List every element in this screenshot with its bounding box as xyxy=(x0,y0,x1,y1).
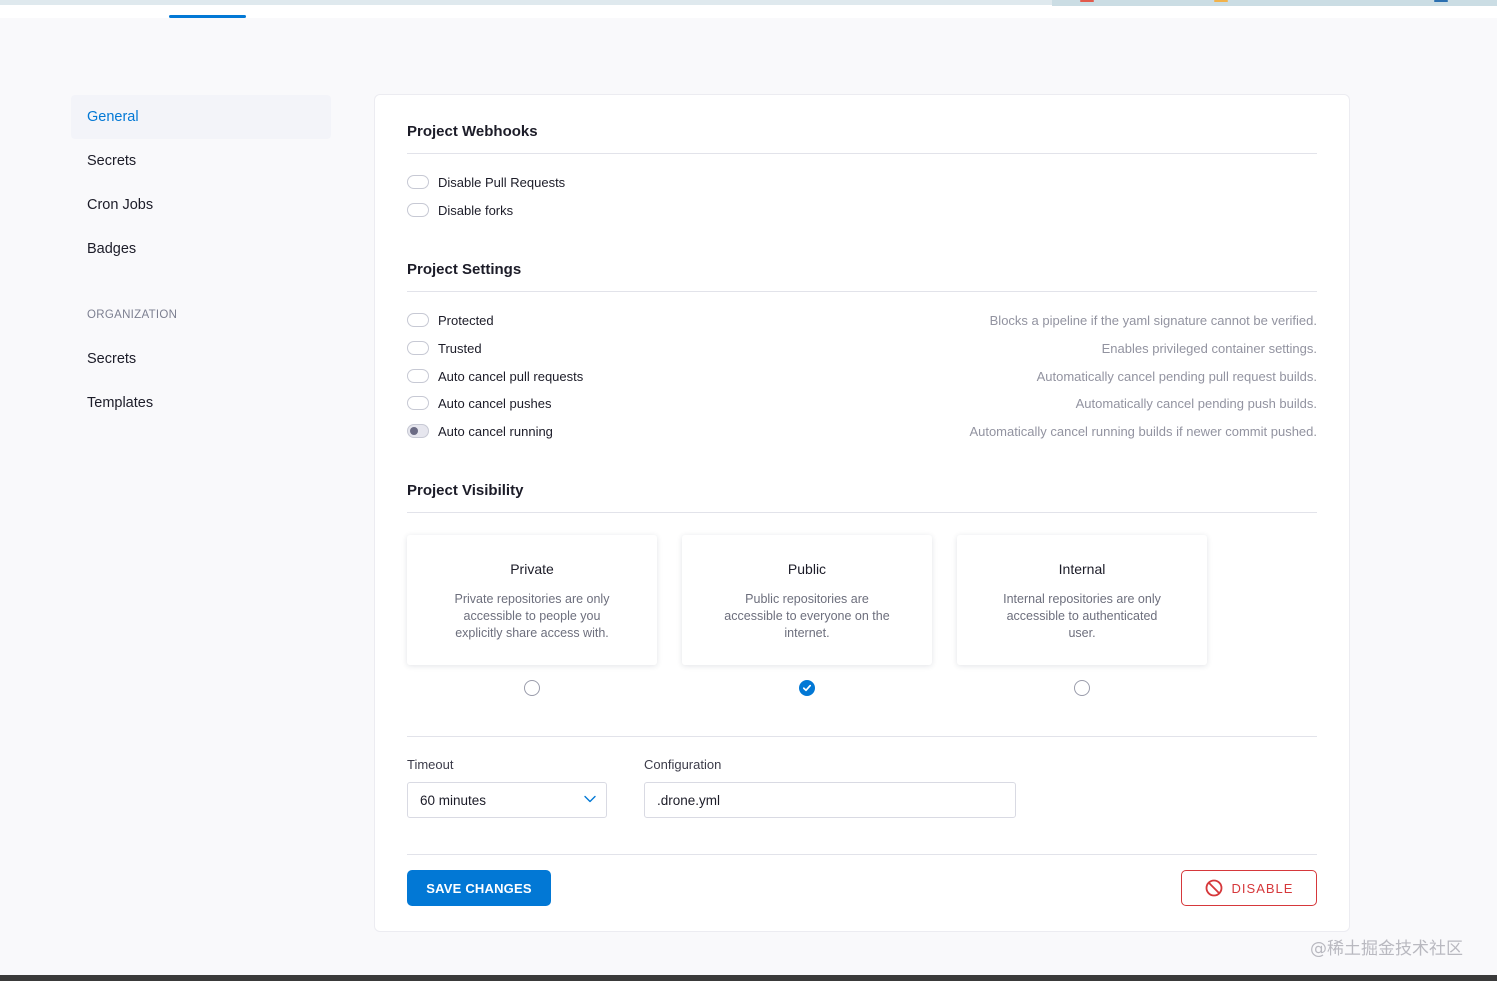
visibility-title: Project Visibility xyxy=(407,482,524,499)
settings-sidebar: General Secrets Cron Jobs Badges ORGANIZ… xyxy=(71,95,331,425)
settings-title: Project Settings xyxy=(407,261,522,278)
toggle-row-trusted: Trusted Enables privileged container set… xyxy=(407,338,1317,358)
status-dot-blue xyxy=(1434,0,1448,2)
protected-toggle[interactable] xyxy=(407,313,429,327)
sidebar-item-general[interactable]: General xyxy=(71,95,331,139)
disable-pull-requests-toggle[interactable] xyxy=(407,175,429,189)
toggle-row-protected: Protected Blocks a pipeline if the yaml … xyxy=(407,310,1317,330)
configuration-input[interactable] xyxy=(644,782,1016,818)
visibility-card-private[interactable]: Private Private repositories are only ac… xyxy=(407,535,657,665)
top-bar xyxy=(0,0,1497,18)
sidebar-item-secrets[interactable]: Secrets xyxy=(71,139,331,183)
sidebar-item-cron-jobs[interactable]: Cron Jobs xyxy=(71,183,331,227)
toggle-label: Protected xyxy=(438,312,494,328)
visibility-option-desc: Internal repositories are only accessibl… xyxy=(1003,592,1161,640)
status-dot-red xyxy=(1080,0,1094,2)
toggle-label: Auto cancel running xyxy=(438,423,553,439)
timeout-value: 60 minutes xyxy=(420,792,487,808)
public-radio[interactable] xyxy=(799,680,815,696)
visibility-option-desc: Public repositories are accessible to ev… xyxy=(724,592,890,640)
visibility-option-desc: Private repositories are only accessible… xyxy=(454,592,610,640)
toggle-label: Auto cancel pushes xyxy=(438,395,552,411)
settings-divider xyxy=(407,291,1317,292)
toggle-description: Automatically cancel running builds if n… xyxy=(969,423,1317,439)
timeout-select[interactable]: 60 minutes xyxy=(407,782,607,818)
disable-forks-toggle[interactable] xyxy=(407,203,429,217)
visibility-divider xyxy=(407,512,1317,513)
disable-button-label: DISABLE xyxy=(1231,880,1294,896)
toggle-row-disable-forks: Disable forks xyxy=(407,200,1317,220)
disable-button[interactable]: DISABLE xyxy=(1181,870,1317,906)
check-icon xyxy=(803,684,811,692)
auto-cancel-pushes-toggle[interactable] xyxy=(407,396,429,410)
webhooks-title: Project Webhooks xyxy=(407,123,538,140)
sidebar-item-org-secrets[interactable]: Secrets xyxy=(71,337,331,381)
toggle-description: Enables privileged container settings. xyxy=(1101,340,1317,356)
toggle-description: Automatically cancel pending pull reques… xyxy=(1036,368,1317,384)
sidebar-item-badges[interactable]: Badges xyxy=(71,227,331,271)
top-strip-right xyxy=(1052,0,1497,6)
trusted-toggle[interactable] xyxy=(407,341,429,355)
toggle-row-auto-cancel-pushes: Auto cancel pushes Automatically cancel … xyxy=(407,393,1317,413)
toggle-label: Disable Pull Requests xyxy=(438,174,566,190)
timeout-label: Timeout xyxy=(407,757,454,772)
watermark: @稀土掘金技术社区 xyxy=(1310,939,1463,959)
toggle-label: Trusted xyxy=(438,340,482,356)
toggle-description: Automatically cancel pending push builds… xyxy=(1075,395,1317,411)
save-changes-button[interactable]: SAVE CHANGES xyxy=(407,870,551,906)
toggle-label: Disable forks xyxy=(438,202,514,218)
sidebar-item-templates[interactable]: Templates xyxy=(71,381,331,425)
bottom-bar xyxy=(0,975,1497,981)
webhooks-divider xyxy=(407,153,1317,154)
toggle-description: Blocks a pipeline if the yaml signature … xyxy=(989,312,1317,328)
visibility-option-title: Internal xyxy=(1058,561,1106,577)
toggle-label: Auto cancel pull requests xyxy=(438,368,584,384)
active-tab-indicator xyxy=(169,15,246,18)
toggle-row-disable-pull-requests: Disable Pull Requests xyxy=(407,172,1317,192)
visibility-bottom-divider xyxy=(407,736,1317,737)
auto-cancel-pull-requests-toggle[interactable] xyxy=(407,369,429,383)
toggle-row-auto-cancel-pull-requests: Auto cancel pull requests Automatically … xyxy=(407,366,1317,386)
settings-card: Project Webhooks Disable Pull Requests D… xyxy=(374,94,1350,932)
auto-cancel-running-toggle[interactable] xyxy=(407,424,429,438)
chevron-down-icon xyxy=(584,795,596,803)
private-radio[interactable] xyxy=(524,680,540,696)
internal-radio[interactable] xyxy=(1074,680,1090,696)
visibility-card-public[interactable]: Public Public repositories are accessibl… xyxy=(682,535,932,665)
status-dot-orange xyxy=(1214,0,1228,2)
toggle-row-auto-cancel-running: Auto cancel running Automatically cancel… xyxy=(407,421,1317,441)
visibility-card-internal[interactable]: Internal Internal repositories are only … xyxy=(957,535,1207,665)
configuration-label: Configuration xyxy=(644,757,722,772)
sidebar-heading-organization: ORGANIZATION xyxy=(87,309,178,321)
block-icon xyxy=(1205,879,1222,897)
actions-divider xyxy=(407,854,1317,855)
visibility-option-title: Private xyxy=(510,561,554,577)
visibility-option-title: Public xyxy=(787,561,827,577)
